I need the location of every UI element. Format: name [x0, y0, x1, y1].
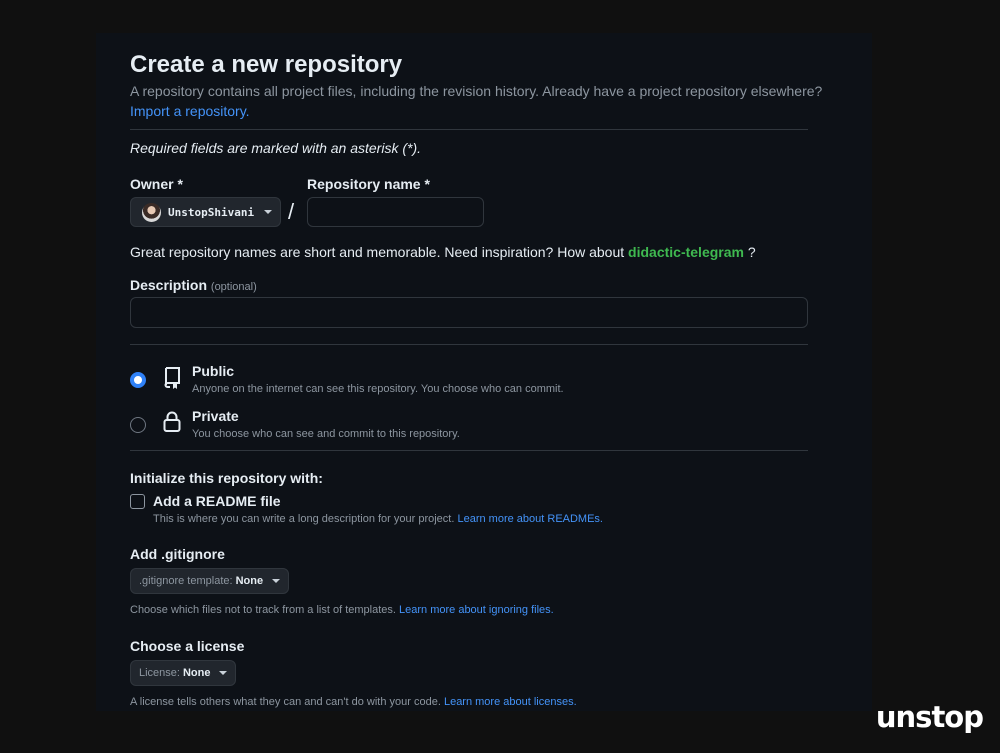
- readme-description: This is where you can write a long descr…: [153, 513, 603, 525]
- gitignore-template-dropdown[interactable]: .gitignore template: None: [130, 568, 290, 594]
- license-note: A license tells others what they can and…: [130, 696, 577, 708]
- public-title: Public: [192, 363, 235, 379]
- create-repo-panel: Create a new repository A repository con…: [96, 33, 872, 711]
- gitignore-note-text: Choose which files not to track from a l…: [130, 604, 396, 616]
- chevron-down-icon: [219, 671, 228, 675]
- owner-repo-separator: /: [288, 199, 295, 224]
- import-repository-link[interactable]: Import a repository.: [130, 103, 250, 119]
- inspiration-text: Great repository names are short and mem…: [130, 244, 756, 260]
- repository-name-label: Repository name *: [307, 176, 430, 192]
- lock-icon: [163, 411, 181, 432]
- private-radio[interactable]: [130, 417, 146, 433]
- license-heading: Choose a license: [130, 638, 245, 654]
- gitignore-heading: Add .gitignore: [130, 546, 225, 562]
- divider: [130, 129, 808, 130]
- required-fields-note: Required fields are marked with an aster…: [130, 140, 422, 156]
- unstop-watermark: unstop: [875, 700, 984, 734]
- inspiration-suffix: ?: [747, 244, 756, 260]
- divider: [130, 450, 808, 451]
- owner-dropdown[interactable]: UnstopShivani: [130, 197, 281, 227]
- inspiration-prompt: Great repository names are short and mem…: [130, 244, 625, 260]
- gitignore-template-prefix: .gitignore template:: [139, 575, 233, 587]
- gitignore-learn-more-link[interactable]: Learn more about ignoring files.: [399, 604, 554, 616]
- readme-learn-more-link[interactable]: Learn more about READMEs.: [457, 513, 603, 525]
- private-title: Private: [192, 408, 239, 424]
- license-learn-more-link[interactable]: Learn more about licenses.: [444, 696, 577, 708]
- owner-label: Owner *: [130, 176, 183, 192]
- gitignore-template-value: None: [235, 575, 264, 587]
- description-label: Description (optional): [130, 277, 257, 293]
- repository-name-input[interactable]: [307, 197, 484, 227]
- avatar: [142, 202, 161, 222]
- page-title: Create a new repository: [130, 51, 403, 78]
- private-description: You choose who can see and commit to thi…: [192, 428, 460, 440]
- license-prefix: License:: [139, 667, 180, 679]
- page-subtitle: A repository contains all project files,…: [130, 83, 823, 99]
- public-description: Anyone on the internet can see this repo…: [192, 383, 564, 395]
- public-radio[interactable]: [130, 372, 146, 388]
- readme-description-text: This is where you can write a long descr…: [153, 513, 455, 525]
- chevron-down-icon: [264, 210, 273, 214]
- readme-checkbox[interactable]: [130, 494, 145, 509]
- description-input[interactable]: [130, 297, 808, 328]
- divider: [130, 344, 808, 345]
- description-label-text: Description: [130, 277, 208, 293]
- readme-label[interactable]: Add a README file: [153, 493, 281, 509]
- gitignore-note: Choose which files not to track from a l…: [130, 604, 554, 616]
- repo-icon: [164, 367, 180, 389]
- license-dropdown[interactable]: License: None: [130, 660, 237, 686]
- owner-name: UnstopShivani: [168, 205, 255, 219]
- license-value: None: [182, 667, 211, 679]
- initialize-heading: Initialize this repository with:: [130, 470, 323, 486]
- optional-tag: (optional): [210, 281, 257, 293]
- license-note-text: A license tells others what they can and…: [130, 696, 441, 708]
- chevron-down-icon: [272, 579, 281, 583]
- suggested-name-link[interactable]: didactic-telegram: [628, 244, 744, 260]
